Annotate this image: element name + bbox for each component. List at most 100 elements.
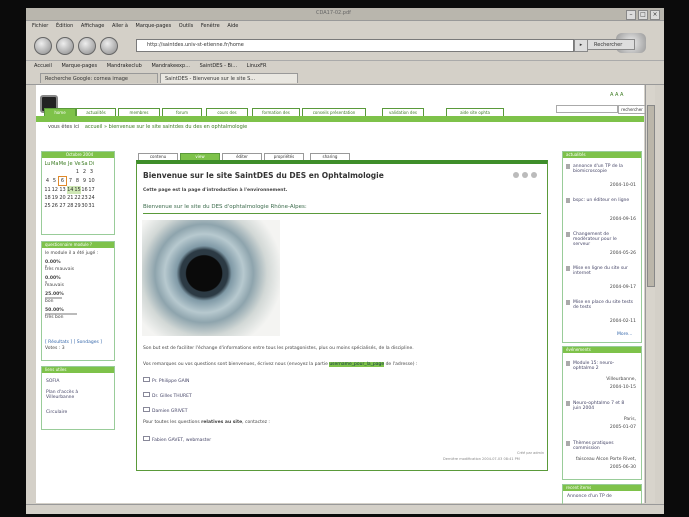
site-search-button[interactable]: rechercher — [618, 105, 646, 114]
calendar-day[interactable]: 4 — [44, 177, 51, 186]
breadcrumb-path[interactable]: accueil » bienvenue sur le site saintdes… — [85, 124, 247, 130]
nav-home[interactable]: home — [44, 108, 76, 116]
calendar-day[interactable]: 10 — [88, 177, 95, 186]
calendar-day[interactable]: 27 — [59, 202, 67, 210]
event-title-text[interactable]: Neuro-ophtalmo 7 et 8 juin 2004 — [573, 401, 633, 411]
news-item[interactable]: Changement de modèrateur pour le serveur… — [566, 232, 638, 260]
link-item[interactable]: SOFIA — [46, 379, 110, 384]
nav-aide[interactable]: aide site ophta — [446, 108, 504, 116]
menu-affichage[interactable]: Affichage — [81, 21, 105, 32]
calendar-day[interactable]: 5 — [51, 177, 59, 186]
tab-saintdes[interactable]: SaintDES - Bienvenue sur le site S... — [160, 73, 298, 83]
contact-name[interactable]: Damien GRIVET — [152, 409, 188, 414]
bookmark-item[interactable]: SaintDES - Bi... — [200, 61, 238, 71]
calendar-day[interactable]: 15 — [74, 185, 81, 194]
menu-marque-pages[interactable]: Marque-pages — [136, 21, 172, 32]
nav-formation[interactable]: formation des — [252, 108, 300, 116]
news-more-link[interactable]: More... — [617, 332, 632, 337]
nav-cours[interactable]: cours des — [206, 108, 248, 116]
close-button[interactable]: × — [650, 10, 660, 20]
calendar-day[interactable]: 12 — [51, 186, 59, 195]
calendar-day[interactable]: 11 — [44, 186, 51, 195]
contact-item[interactable]: Damien GRIVET — [143, 407, 188, 414]
calendar-day[interactable]: 3 — [88, 168, 95, 177]
contact-name[interactable]: Pr. Philippe GAIN — [152, 379, 189, 384]
url-field[interactable]: http://saintdes.univ-st-etienne.fr/home — [136, 39, 574, 52]
event-item[interactable]: Thèmes pratiques commission faisceau Alco… — [566, 441, 638, 473]
calendar-day[interactable]: 20 — [59, 194, 67, 202]
favorite-icon[interactable] — [531, 172, 537, 178]
menu-aller[interactable]: Aller à — [112, 21, 128, 32]
news-title-text[interactable]: Changement de modèrateur pour le serveur — [573, 232, 633, 247]
news-title-text[interactable]: Mise en ligne du site sur internet — [573, 266, 633, 276]
calendar-day[interactable]: 8 — [74, 177, 81, 186]
poll-links[interactable]: [ Résultats ] [ Sondages ] — [45, 340, 111, 345]
calendar-day[interactable]: 13 — [59, 186, 67, 195]
calendar-day[interactable]: 31 — [88, 202, 95, 210]
menu-edition[interactable]: Édition — [56, 21, 73, 32]
link-item[interactable]: Plan d'accès à Villeurbanne — [46, 390, 96, 400]
calendar-day[interactable]: 29 — [74, 202, 81, 210]
event-item[interactable]: Neuro-ophtalmo 7 et 8 juin 2004 Paris, 200… — [566, 401, 638, 433]
bookmark-item[interactable]: Accueil — [34, 61, 52, 71]
news-title-text[interactable]: bspc: un éditeur en ligne — [573, 198, 633, 203]
tab-google[interactable]: Recherche Google: cornea image — [40, 73, 158, 83]
calendar-day[interactable]: 7 — [67, 177, 75, 186]
stop-icon[interactable] — [100, 37, 118, 55]
bookmark-item[interactable]: LinuxFR — [247, 61, 267, 71]
calendar-day[interactable]: 19 — [51, 194, 59, 202]
nav-actualites[interactable]: actualités — [76, 108, 116, 116]
calendar-day[interactable]: 16 — [81, 186, 88, 195]
calendar-day[interactable]: 1 — [74, 168, 81, 177]
back-icon[interactable] — [34, 37, 52, 55]
calendar-day[interactable]: 9 — [81, 177, 88, 186]
event-title-text[interactable]: Thèmes pratiques commission — [573, 441, 633, 451]
contact-item[interactable]: Pr. Philippe GAIN — [143, 377, 189, 384]
contact-item[interactable]: Dr. Gilles THURET — [143, 392, 192, 399]
news-item[interactable]: bspc: un éditeur en ligne 2004-09-16 — [566, 198, 638, 226]
calendar-day[interactable]: 24 — [88, 194, 95, 202]
menu-fichier[interactable]: Fichier — [32, 21, 48, 32]
scroll-thumb[interactable] — [647, 105, 655, 287]
calendar-day[interactable]: 17 — [88, 186, 95, 195]
print-icon[interactable] — [522, 172, 528, 178]
bookmark-item[interactable]: Mandrakeclub — [107, 61, 142, 71]
nav-forum[interactable]: forum — [162, 108, 202, 116]
nav-membres[interactable]: membres — [118, 108, 160, 116]
calendar-day[interactable]: 30 — [81, 202, 88, 210]
calendar-day[interactable]: 28 — [67, 202, 75, 210]
menu-aide[interactable]: Aide — [227, 21, 238, 32]
page-scrollbar[interactable] — [645, 85, 655, 503]
calendar-day[interactable]: 25 — [44, 202, 51, 210]
calendar-day[interactable]: 2 — [81, 168, 88, 177]
site-search-input[interactable] — [556, 105, 618, 113]
nav-validation[interactable]: validation des — [382, 108, 424, 116]
calendar-day[interactable]: 21 — [67, 194, 75, 202]
webmaster-item[interactable]: Fabien GAVET, webmaster — [143, 436, 211, 443]
calendar-day[interactable]: 26 — [51, 202, 59, 210]
webmaster-name[interactable]: Fabien GAVET, webmaster — [152, 438, 211, 443]
recent-item[interactable]: Annonce d'un TP de — [567, 494, 637, 499]
contact-link[interactable]: username_pour_la_page — [329, 362, 385, 367]
link-item[interactable]: Circulaire — [46, 410, 110, 415]
menu-outils[interactable]: Outils — [179, 21, 193, 32]
event-title-text[interactable]: Module 15: neuro-ophtalmo 2 — [573, 361, 633, 371]
news-item[interactable]: Mise en place du site tests de tests 2004… — [566, 300, 638, 328]
contact-name[interactable]: Dr. Gilles THURET — [152, 394, 192, 399]
mail-icon[interactable] — [513, 172, 519, 178]
calendar-day[interactable]: 18 — [44, 194, 51, 202]
calendar-day[interactable]: 23 — [81, 194, 88, 202]
calendar-day[interactable]: 22 — [74, 194, 81, 202]
maximize-button[interactable]: □ — [638, 10, 648, 20]
calendar-day[interactable]: 6 — [58, 176, 67, 186]
bookmark-item[interactable]: Marque-pages — [61, 61, 97, 71]
minimize-button[interactable]: – — [626, 10, 636, 20]
go-icon[interactable]: ▸ — [574, 39, 588, 52]
menu-fenetre[interactable]: Fenêtre — [201, 21, 220, 32]
bookmark-item[interactable]: Mandrakeexp... — [151, 61, 190, 71]
news-item[interactable]: annonce d'un TP de la biomicroscopie 2004… — [566, 164, 638, 192]
news-title-text[interactable]: annonce d'un TP de la biomicroscopie — [573, 164, 633, 174]
font-size-links[interactable]: A A A — [610, 92, 623, 98]
reload-icon[interactable] — [78, 37, 96, 55]
news-title-text[interactable]: Mise en place du site tests de tests — [573, 300, 633, 310]
